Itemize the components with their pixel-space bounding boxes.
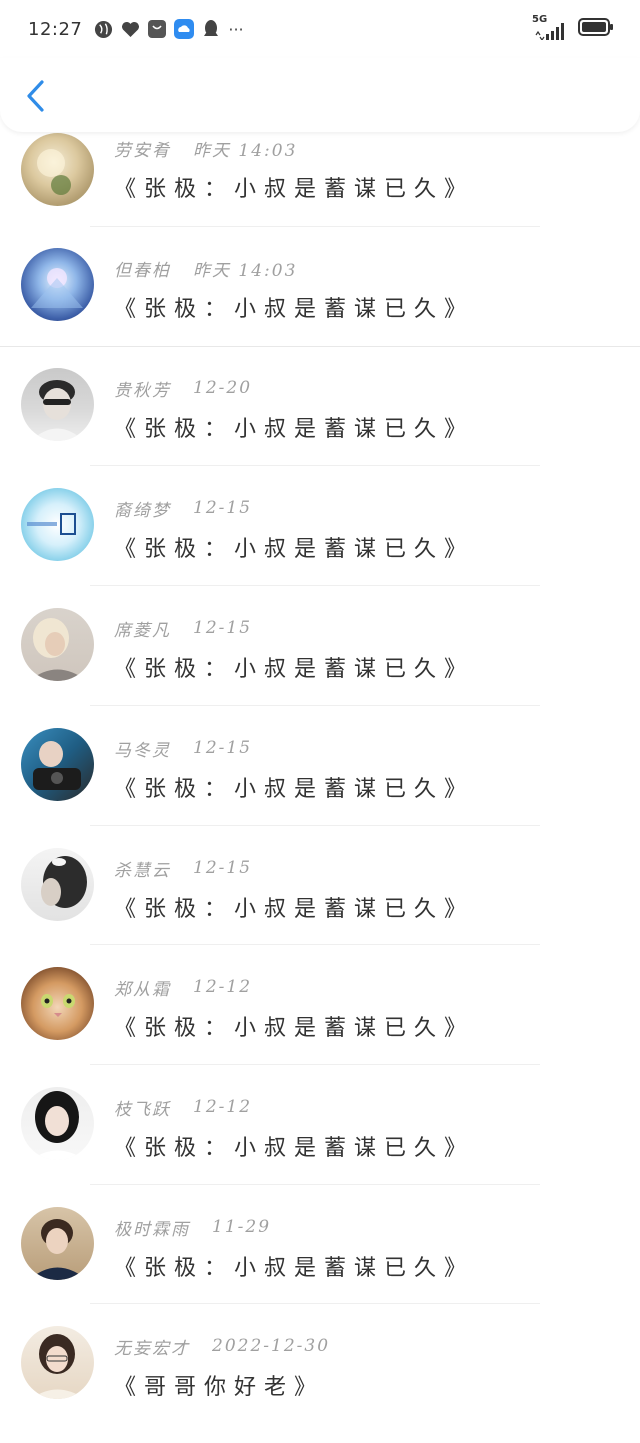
- message-text: 《张极：小叔是蓄谋已久》: [114, 777, 475, 802]
- avatar[interactable]: [21, 1326, 94, 1399]
- battery-icon: [578, 17, 614, 41]
- list-item[interactable]: 枝飞跃 12-12 《张极：小叔是蓄谋已久》: [0, 1084, 640, 1204]
- list-item[interactable]: 贵秋芳 12-20 《张极：小叔是蓄谋已久》: [0, 365, 640, 485]
- message-text: 《张极：小叔是蓄谋已久》: [114, 1256, 475, 1281]
- divider: [90, 705, 540, 706]
- message-meta: 劳安肴 昨天 14:03: [114, 136, 298, 161]
- list-item[interactable]: 无妄宏才 2022-12-30 《哥哥你好老》: [0, 1323, 640, 1443]
- message-meta: 无妄宏才 2022-12-30: [114, 1334, 331, 1359]
- sender-name: 但春柏: [114, 260, 171, 281]
- bag-icon: [147, 19, 167, 39]
- message-text: 《哥哥你好老》: [114, 1375, 325, 1400]
- avatar[interactable]: [21, 133, 94, 206]
- message-time: 昨天 14:03: [193, 140, 298, 161]
- message-time: 12-12: [193, 977, 253, 997]
- list-item[interactable]: 裔绮梦 12-15 《张极：小叔是蓄谋已久》: [0, 485, 640, 605]
- network-type: 5G: [532, 14, 548, 25]
- avatar[interactable]: [21, 248, 94, 321]
- sender-name: 裔绮梦: [114, 500, 171, 521]
- status-bar: 12:27 ··· 5G: [0, 0, 640, 58]
- message-time: 12-12: [193, 1097, 253, 1117]
- sender-name: 席菱凡: [114, 620, 171, 641]
- message-time: 12-15: [193, 858, 253, 878]
- more-notifications: ···: [228, 19, 244, 39]
- message-meta: 极时霖雨 11-29: [114, 1215, 272, 1240]
- message-text: 《张极：小叔是蓄谋已久》: [114, 897, 475, 922]
- divider: [0, 346, 640, 347]
- message-time: 2022-12-30: [212, 1336, 331, 1356]
- divider: [90, 1184, 540, 1185]
- message-text: 《张极：小叔是蓄谋已久》: [114, 657, 475, 682]
- list-item[interactable]: 极时霖雨 11-29 《张极：小叔是蓄谋已久》: [0, 1204, 640, 1324]
- list-item[interactable]: 劳安肴 昨天 14:03 《张极：小叔是蓄谋已久》: [0, 125, 640, 245]
- message-meta: 枝飞跃 12-12: [114, 1095, 253, 1120]
- sender-name: 马冬灵: [114, 740, 171, 761]
- divider: [90, 465, 540, 466]
- chevron-left-icon: [27, 80, 44, 112]
- avatar[interactable]: [21, 488, 94, 561]
- back-button[interactable]: [18, 74, 54, 118]
- divider: [90, 1064, 540, 1065]
- status-time: 12:27: [28, 18, 83, 40]
- message-meta: 贵秋芳 12-20: [114, 376, 253, 401]
- globe-icon: [93, 19, 113, 39]
- list-item[interactable]: 但春柏 昨天 14:03 《张极：小叔是蓄谋已久》: [0, 245, 640, 365]
- sender-name: 枝飞跃: [114, 1099, 171, 1120]
- cloud-icon: [174, 19, 195, 39]
- message-text: 《张极：小叔是蓄谋已久》: [114, 1016, 475, 1041]
- message-meta: 但春柏 昨天 14:03: [114, 256, 298, 281]
- message-time: 12-15: [193, 618, 253, 638]
- message-meta: 杀慧云 12-15: [114, 856, 253, 881]
- message-time: 12-15: [193, 738, 253, 758]
- top-bar: [0, 58, 640, 132]
- message-time: 昨天 14:03: [193, 260, 298, 281]
- divider: [90, 944, 540, 945]
- message-text: 《张极：小叔是蓄谋已久》: [114, 297, 475, 322]
- heart-icon: [120, 19, 140, 39]
- list-item[interactable]: 郑从霜 12-12 《张极：小叔是蓄谋已久》: [0, 964, 640, 1084]
- list-item[interactable]: 马冬灵 12-15 《张极：小叔是蓄谋已久》: [0, 725, 640, 845]
- avatar[interactable]: [21, 1087, 94, 1160]
- message-meta: 马冬灵 12-15: [114, 736, 253, 761]
- avatar[interactable]: [21, 608, 94, 681]
- divider: [90, 585, 540, 586]
- sender-name: 杀慧云: [114, 860, 171, 881]
- sender-name: 无妄宏才: [114, 1338, 190, 1359]
- sender-name: 贵秋芳: [114, 380, 171, 401]
- message-text: 《张极：小叔是蓄谋已久》: [114, 417, 475, 442]
- penguin-icon: [201, 19, 221, 39]
- message-time: 12-15: [193, 498, 253, 518]
- sender-name: 郑从霜: [114, 979, 171, 1000]
- signal-icon: 5G: [532, 14, 568, 40]
- message-time: 11-29: [212, 1217, 272, 1237]
- sender-name: 极时霖雨: [114, 1219, 190, 1240]
- avatar[interactable]: [21, 1207, 94, 1280]
- message-text: 《张极：小叔是蓄谋已久》: [114, 537, 475, 562]
- avatar[interactable]: [21, 728, 94, 801]
- divider: [90, 825, 540, 826]
- avatar[interactable]: [21, 967, 94, 1040]
- message-meta: 郑从霜 12-12: [114, 975, 253, 1000]
- message-list: 劳安肴 昨天 14:03 《张极：小叔是蓄谋已久》 但春柏 昨天 14:03 《…: [0, 0, 640, 1423]
- avatar[interactable]: [21, 848, 94, 921]
- message-text: 《张极：小叔是蓄谋已久》: [114, 177, 475, 202]
- divider: [90, 1303, 540, 1304]
- message-meta: 裔绮梦 12-15: [114, 496, 253, 521]
- divider: [90, 226, 540, 227]
- message-text: 《张极：小叔是蓄谋已久》: [114, 1136, 475, 1161]
- list-item[interactable]: 席菱凡 12-15 《张极：小叔是蓄谋已久》: [0, 605, 640, 725]
- list-item[interactable]: 杀慧云 12-15 《张极：小叔是蓄谋已久》: [0, 845, 640, 965]
- sender-name: 劳安肴: [114, 140, 171, 161]
- avatar[interactable]: [21, 368, 94, 441]
- message-time: 12-20: [193, 378, 253, 398]
- message-meta: 席菱凡 12-15: [114, 616, 253, 641]
